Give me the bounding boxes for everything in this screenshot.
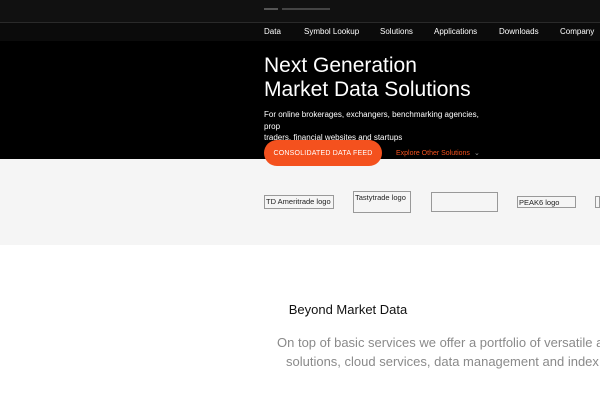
top-bar: [0, 0, 600, 22]
tastytrade-logo: Tastytrade logo: [353, 191, 411, 213]
section-body-line-2: solutions, cloud services, data manageme…: [286, 354, 600, 369]
hero-title-line-1: Next Generation: [264, 54, 417, 77]
nav-item-symbol-lookup[interactable]: Symbol Lookup: [304, 27, 359, 36]
nav-item-company[interactable]: Company: [560, 27, 594, 36]
partner-logo-cut: [595, 196, 600, 208]
peak6-logo: PEAK6 logo: [517, 196, 576, 208]
nav-item-solutions[interactable]: Solutions: [380, 27, 413, 36]
brand-tagline: [282, 8, 330, 10]
client-logos-strip: TD Ameritrade logo Tastytrade logo PEAK6…: [0, 159, 600, 245]
section-body: On top of basic services we offer a port…: [277, 333, 600, 371]
hero-title: Next Generation Market Data Solutions: [264, 54, 594, 102]
nav-item-downloads[interactable]: Downloads: [499, 27, 539, 36]
explore-other-solutions-label: Explore Other Solutions: [396, 150, 470, 157]
section-body-line-1: On top of basic services we offer a port…: [277, 335, 600, 350]
consolidated-data-feed-button[interactable]: CONSOLIDATED DATA FEED: [264, 140, 382, 166]
main-nav: Data Symbol Lookup Solutions Application…: [0, 22, 600, 42]
chevron-down-icon: ⌄: [473, 150, 480, 157]
hero-subtitle-line-1: For online brokerages, exchangers, bench…: [264, 110, 479, 131]
partner-logo: [431, 192, 498, 212]
td-ameritrade-logo: TD Ameritrade logo: [264, 195, 334, 209]
explore-other-solutions-link[interactable]: Explore Other Solutions ⌄: [396, 149, 480, 157]
hero-title-line-2: Market Data Solutions: [264, 78, 471, 101]
brand-mark: [264, 8, 278, 10]
nav-item-applications[interactable]: Applications: [434, 27, 477, 36]
hero-subtitle: For online brokerages, exchangers, bench…: [264, 109, 494, 144]
section-title: Beyond Market Data: [288, 302, 408, 317]
brand-logo[interactable]: [264, 8, 330, 10]
nav-item-data[interactable]: Data: [264, 27, 281, 36]
